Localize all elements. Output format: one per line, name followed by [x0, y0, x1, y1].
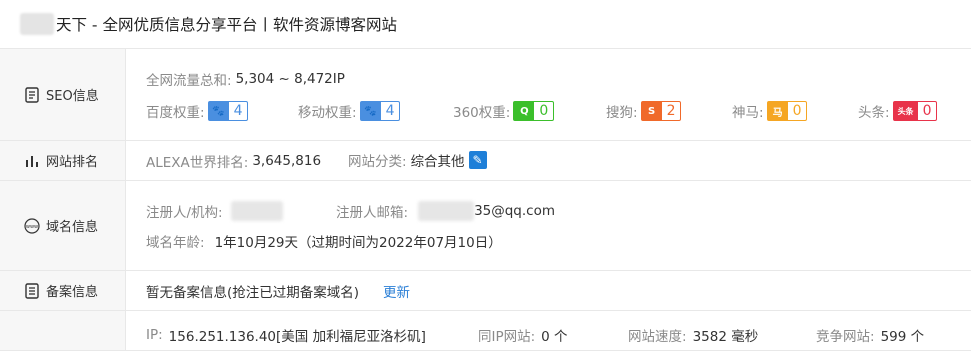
- beian-label-cell: 备案信息: [0, 271, 126, 310]
- registrant-line: 注册人/机构:: [146, 201, 283, 221]
- ip-value: 156.251.136.40[美国 加利福尼亚洛杉矶]: [168, 329, 426, 345]
- email-visible: 35@qq.com: [474, 203, 556, 219]
- toutiao-icon: 头条: [893, 102, 918, 120]
- rank-label: 百度权重:: [146, 105, 205, 121]
- baidu-mobile-paw-icon: 🐾: [360, 102, 381, 120]
- registrant-label: 注册人/机构:: [146, 205, 223, 221]
- rank-label: 360权重:: [453, 105, 511, 121]
- document-icon: [24, 86, 40, 103]
- alexa-value: 3,645,816: [252, 153, 322, 169]
- same-ip-label: 同IP网站:: [478, 329, 536, 345]
- email-label: 注册人邮箱:: [336, 205, 409, 221]
- site-info-table: SEO信息 全网流量总和: 5,304 ~ 8,472IP 百度权重: 🐾 4 移动权…: [0, 48, 971, 351]
- rank-badge[interactable]: 头条 0: [892, 101, 938, 121]
- rank-value: 0: [792, 103, 802, 119]
- compete-label: 竞争网站:: [816, 329, 875, 345]
- beian-label: 备案信息: [46, 285, 99, 300]
- category-label: 网站分类:: [348, 154, 407, 170]
- sogou-icon: S: [641, 102, 662, 120]
- rank-badge[interactable]: Q0: [513, 101, 555, 121]
- 360-icon: Q: [514, 102, 535, 120]
- ip-row: IP: 156.251.136.40[美国 加利福尼亚洛杉矶] 同IP网站: 0…: [0, 311, 971, 351]
- speed-line: 网站速度: 3582 毫秒: [628, 325, 758, 345]
- www-globe-icon: www: [24, 217, 40, 234]
- age-line: 域名年龄: 1年10月29天（过期时间为2022年07月10日）: [146, 231, 502, 251]
- category-value: 综合其他: [410, 154, 465, 170]
- domain-row: www 域名信息 注册人/机构: 注册人邮箱: 35@qq.com 域名年龄: …: [0, 181, 971, 271]
- compete-line: 竞争网站: 599 个: [816, 325, 924, 345]
- rank-item: 搜狗: S 2: [606, 101, 682, 121]
- speed-value: 3582 毫秒: [692, 329, 759, 345]
- shenma-icon: 马: [767, 102, 788, 120]
- refresh-link[interactable]: 更新: [383, 281, 410, 301]
- age-value: 1年10月29天（过期时间为2022年07月10日）: [214, 235, 502, 251]
- rank-label: 头条:: [858, 105, 890, 121]
- redacted-site-name: [20, 13, 54, 35]
- baidu-paw-icon: 🐾: [208, 102, 229, 120]
- email-line: 注册人邮箱: 35@qq.com: [336, 201, 555, 221]
- rank-item: 360权重: Q 0: [453, 101, 555, 121]
- weight-ranks: 百度权重: 🐾 4 移动权重: 🐾 4 360权重: Q 0 搜狗: S 2 神马: 马 0 头条: 头条 0: [146, 101, 971, 123]
- redacted-email: [418, 201, 475, 221]
- domain-label-cell: www 域名信息: [0, 181, 126, 270]
- speed-label: 网站速度:: [628, 329, 687, 345]
- rank-row: 网站排名 ALEXA世界排名: 3,645,816 网站分类: 综合其他 ✎: [0, 141, 971, 181]
- rank-item: 移动权重: 🐾 4: [298, 101, 401, 121]
- rank-value: 4: [385, 103, 395, 119]
- category-line: 网站分类: 综合其他 ✎: [348, 150, 487, 170]
- bar-chart-icon: [24, 153, 40, 169]
- age-label: 域名年龄:: [146, 235, 205, 251]
- rank-value: 2: [666, 103, 676, 119]
- seo-label: SEO信息: [46, 89, 99, 104]
- ip-content: IP: 156.251.136.40[美国 加利福尼亚洛杉矶] 同IP网站: 0…: [126, 311, 971, 350]
- rank-label: 搜狗:: [606, 105, 638, 121]
- rank-value: 0: [539, 103, 549, 119]
- page-header: 天下 - 全网优质信息分享平台丨软件资源博客网站: [0, 0, 971, 48]
- domain-label: 域名信息: [46, 220, 99, 235]
- rank-content: ALEXA世界排名: 3,645,816 网站分类: 综合其他 ✎: [126, 141, 971, 180]
- traffic-value: 5,304 ~ 8,472IP: [235, 71, 345, 87]
- seo-row: SEO信息 全网流量总和: 5,304 ~ 8,472IP 百度权重: 🐾 4 移动权…: [0, 49, 971, 141]
- svg-text:www: www: [26, 224, 38, 230]
- edit-icon[interactable]: ✎: [468, 151, 487, 169]
- traffic-label: 全网流量总和:: [146, 73, 232, 89]
- traffic-line: 全网流量总和: 5,304 ~ 8,472IP: [146, 69, 345, 89]
- rank-badge[interactable]: 马0: [766, 101, 808, 121]
- rank-item: 百度权重: 🐾 4: [146, 101, 249, 121]
- rank-value: 4: [233, 103, 243, 119]
- ip-label-cell: [0, 311, 126, 350]
- record-doc-icon: [24, 282, 40, 299]
- seo-label-cell: SEO信息: [0, 49, 126, 140]
- alexa-line: ALEXA世界排名: 3,645,816: [146, 151, 321, 171]
- rank-label: 神马:: [732, 105, 764, 121]
- rank-label: 移动权重:: [298, 105, 357, 121]
- seo-content: 全网流量总和: 5,304 ~ 8,472IP 百度权重: 🐾 4 移动权重: 🐾 4 36…: [126, 49, 971, 140]
- same-ip-value: 0 个: [541, 329, 568, 345]
- same-ip-line: 同IP网站: 0 个: [478, 325, 568, 345]
- rank-badge[interactable]: S2: [640, 101, 682, 121]
- rank-label-cell: 网站排名: [0, 141, 126, 180]
- rank-item: 头条: 头条 0: [858, 101, 938, 121]
- rank-label: 网站排名: [46, 155, 99, 170]
- alexa-label: ALEXA世界排名:: [146, 155, 249, 171]
- redacted-registrant: [230, 201, 283, 221]
- beian-text: 暂无备案信息(抢注已过期备案域名): [146, 285, 360, 301]
- rank-item: 神马: 马 0: [732, 101, 808, 121]
- page-title: 天下 - 全网优质信息分享平台丨软件资源博客网站: [56, 16, 397, 34]
- beian-content: 暂无备案信息(抢注已过期备案域名) 更新: [126, 271, 971, 310]
- compete-value: 599 个: [880, 329, 925, 345]
- domain-content: 注册人/机构: 注册人邮箱: 35@qq.com 域名年龄: 1年10月29天（…: [126, 181, 971, 270]
- rank-badge[interactable]: 🐾 4: [207, 101, 249, 121]
- rank-value: 0: [922, 103, 932, 119]
- ip-line: IP: 156.251.136.40[美国 加利福尼亚洛杉矶]: [146, 325, 426, 345]
- beian-line: 暂无备案信息(抢注已过期备案域名) 更新: [146, 281, 410, 301]
- rank-badge[interactable]: 🐾 4: [359, 101, 401, 121]
- beian-row: 备案信息 暂无备案信息(抢注已过期备案域名) 更新: [0, 271, 971, 311]
